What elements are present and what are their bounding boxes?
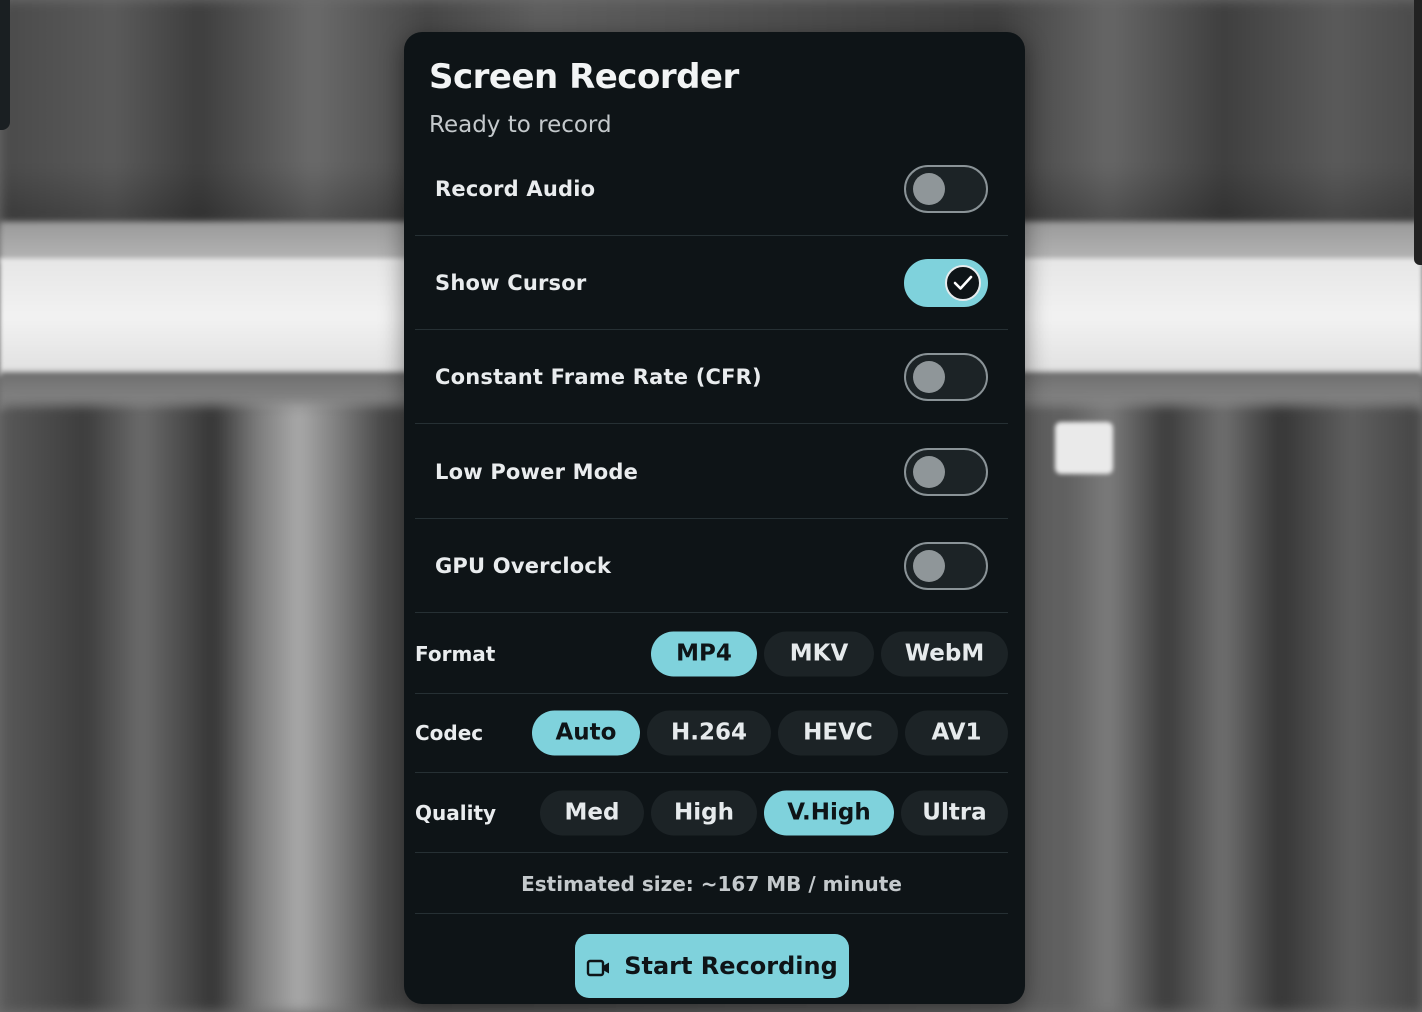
quality-option-vhigh[interactable]: V.High	[764, 790, 894, 835]
format-row: Format MP4 MKV WebM	[415, 614, 1008, 694]
codec-option-hevc[interactable]: HEVC	[778, 710, 898, 755]
quality-option-med[interactable]: Med	[540, 790, 644, 835]
panel-title: Screen Recorder	[429, 57, 739, 97]
gpu-overclock-toggle[interactable]	[904, 541, 988, 590]
toggle-knob	[945, 264, 981, 301]
quality-row: Quality Med High V.High Ultra	[415, 773, 1008, 853]
estimate-row: Estimated size: ~167 MB / minute	[415, 854, 1008, 914]
status-text: Ready to record	[429, 112, 612, 138]
format-option-webm[interactable]: WebM	[881, 631, 1008, 676]
video-camera-icon	[586, 956, 612, 977]
quality-label: Quality	[415, 800, 497, 825]
toggle-knob	[913, 360, 945, 393]
toggle-row-gpu-overclock: GPU Overclock	[415, 519, 1008, 613]
quality-selector: Med High V.High Ultra	[540, 790, 1008, 835]
left-window-edge	[0, 0, 10, 130]
format-option-mp4[interactable]: MP4	[651, 631, 757, 676]
format-label: Format	[415, 641, 496, 666]
toggle-knob	[913, 549, 945, 582]
toggle-label: Low Power Mode	[435, 459, 639, 484]
toggle-label: Record Audio	[435, 176, 596, 201]
checkmark-icon	[953, 275, 973, 290]
toggle-row-cfr: Constant Frame Rate (CFR)	[415, 330, 1008, 424]
codec-selector: Auto H.264 HEVC AV1	[532, 710, 1008, 755]
book-label	[1055, 422, 1113, 474]
codec-label: Codec	[415, 720, 484, 745]
codec-option-h264[interactable]: H.264	[647, 710, 771, 755]
start-recording-button[interactable]: Start Recording	[575, 934, 849, 998]
toggle-label: GPU Overclock	[435, 553, 612, 578]
toggle-knob	[913, 455, 945, 488]
low-power-toggle[interactable]	[904, 447, 988, 496]
codec-option-av1[interactable]: AV1	[905, 710, 1008, 755]
toggle-row-low-power: Low Power Mode	[415, 425, 1008, 519]
record-audio-toggle[interactable]	[904, 164, 988, 213]
show-cursor-toggle[interactable]	[904, 258, 988, 307]
quality-option-high[interactable]: High	[651, 790, 757, 835]
codec-option-auto[interactable]: Auto	[532, 710, 640, 755]
toggle-label: Show Cursor	[435, 270, 587, 295]
format-option-mkv[interactable]: MKV	[764, 631, 874, 676]
cfr-toggle[interactable]	[904, 352, 988, 401]
toggle-knob	[913, 172, 945, 205]
toggle-row-show-cursor: Show Cursor	[415, 236, 1008, 330]
format-selector: MP4 MKV WebM	[651, 631, 1008, 676]
toggle-row-record-audio: Record Audio	[415, 142, 1008, 236]
quality-option-ultra[interactable]: Ultra	[901, 790, 1008, 835]
start-recording-label: Start Recording	[624, 952, 838, 980]
right-window-edge	[1414, 0, 1422, 265]
codec-row: Codec Auto H.264 HEVC AV1	[415, 693, 1008, 773]
toggle-label: Constant Frame Rate (CFR)	[435, 364, 762, 389]
screen-recorder-panel: Screen Recorder Ready to record Record A…	[404, 32, 1025, 1004]
estimated-size-text: Estimated size: ~167 MB / minute	[521, 871, 902, 896]
